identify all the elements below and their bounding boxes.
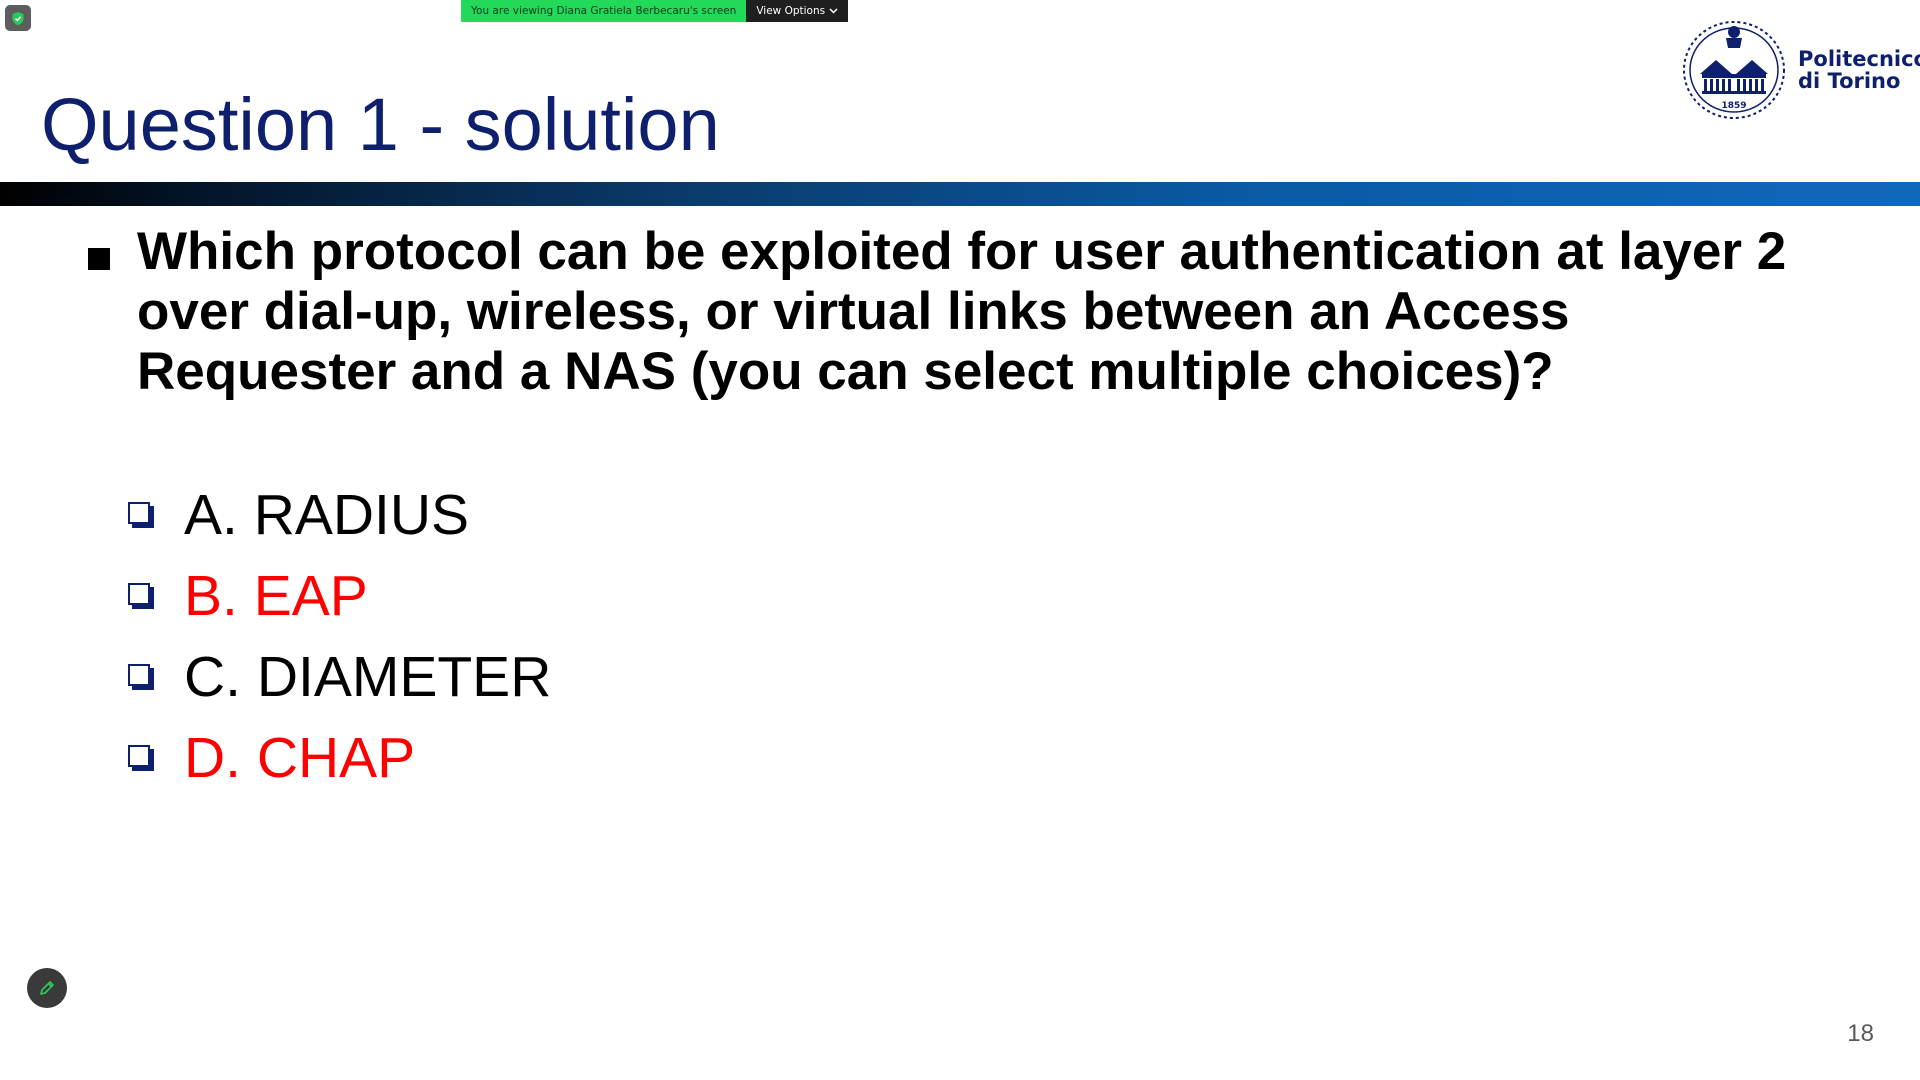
- share-status-text: You are viewing Diana Gratiela Berbecaru…: [461, 0, 747, 22]
- option-label-correct: B. EAP: [184, 563, 368, 628]
- checkbox-bullet-icon: [128, 663, 154, 690]
- title-divider-bar: [0, 182, 1920, 206]
- slide-title: Question 1 - solution: [41, 83, 720, 166]
- university-seal-icon: 1859: [1683, 21, 1785, 119]
- university-name-line2: di Torino: [1798, 69, 1901, 93]
- checkbox-bullet-icon: [128, 582, 154, 609]
- view-options-button[interactable]: View Options: [746, 0, 849, 22]
- answer-option: B. EAP: [128, 555, 551, 636]
- option-label-correct: D. CHAP: [184, 725, 416, 790]
- square-bullet-icon: [88, 248, 110, 270]
- answer-options: A. RADIUS B. EAP C. DIAMETER D. CHAP: [128, 474, 551, 798]
- view-options-label: View Options: [756, 5, 826, 17]
- university-name: Politecnico di Torino: [1798, 48, 1920, 92]
- answer-option: D. CHAP: [128, 717, 551, 798]
- shield-icon[interactable]: [5, 5, 31, 31]
- pencil-icon: [40, 981, 54, 995]
- university-name-line1: Politecnico: [1798, 47, 1920, 71]
- chevron-down-icon: [829, 8, 838, 14]
- university-logo: 1859 Politecnico di Torino: [1676, 16, 1920, 124]
- answer-option: C. DIAMETER: [128, 636, 551, 717]
- slide-page-number: 18: [1847, 1020, 1874, 1047]
- question-text: Which protocol can be exploited for user…: [137, 222, 1787, 401]
- seal-year: 1859: [1721, 101, 1746, 111]
- annotate-button[interactable]: [27, 968, 67, 1008]
- option-label: A. RADIUS: [184, 482, 470, 547]
- option-label: C. DIAMETER: [184, 644, 552, 709]
- screen-share-view: You are viewing Diana Gratiela Berbecaru…: [0, 0, 1920, 1080]
- answer-option: A. RADIUS: [128, 474, 551, 555]
- screen-share-banner: You are viewing Diana Gratiela Berbecaru…: [461, 0, 849, 22]
- question-bullet: Which protocol can be exploited for user…: [88, 222, 1888, 402]
- checkbox-bullet-icon: [128, 744, 154, 771]
- checkbox-bullet-icon: [128, 501, 154, 528]
